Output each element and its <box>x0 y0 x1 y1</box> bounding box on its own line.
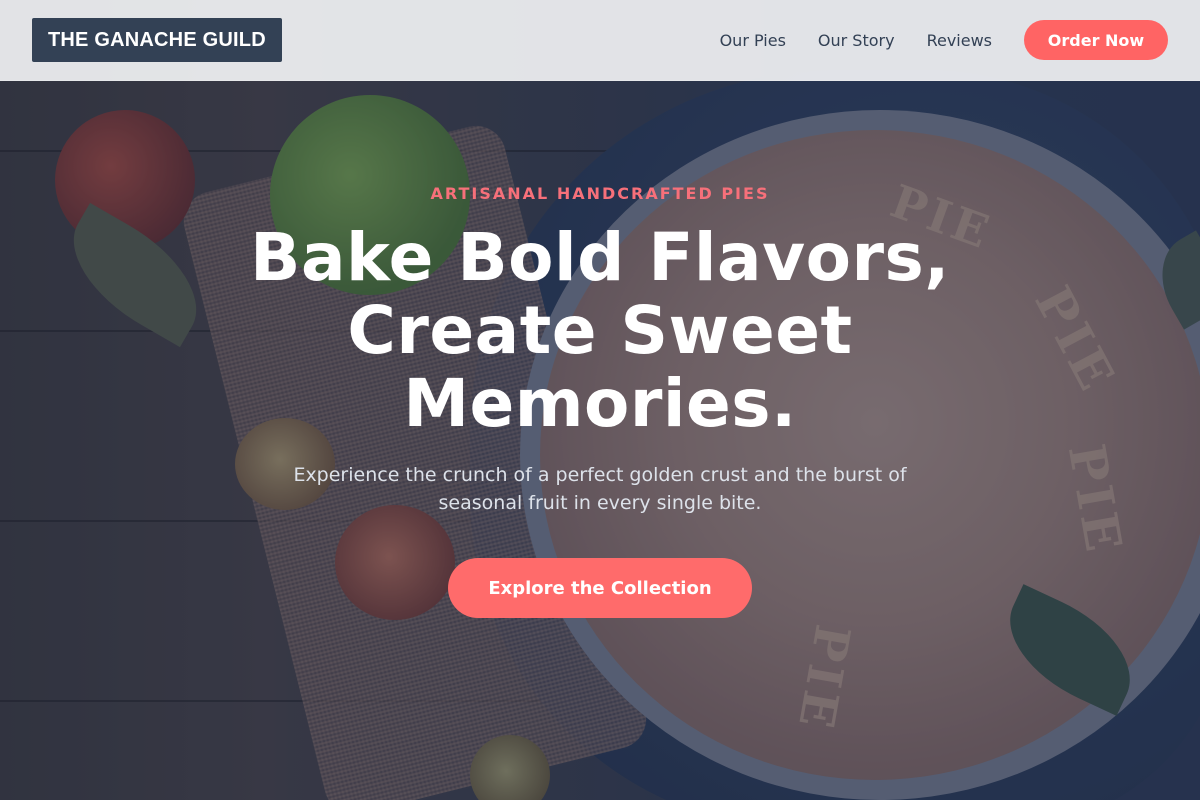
nav-link-our-story[interactable]: Our Story <box>818 31 895 50</box>
explore-collection-button[interactable]: Explore the Collection <box>448 558 752 618</box>
site-header: THE GANACHE GUILD Our Pies Our Story Rev… <box>0 0 1200 81</box>
site-logo[interactable]: THE GANACHE GUILD <box>32 18 282 62</box>
nav-link-reviews[interactable]: Reviews <box>927 31 992 50</box>
hero-eyebrow: ARTISANAL HANDCRAFTED PIES <box>430 184 770 203</box>
hero-subtext: Experience the crunch of a perfect golde… <box>293 464 907 514</box>
nav-link-our-pies[interactable]: Our Pies <box>720 31 786 50</box>
hero-headline: Bake Bold Flavors, Create Sweet Memories… <box>250 219 950 442</box>
hero-section: ARTISANAL HANDCRAFTED PIES Bake Bold Fla… <box>0 81 1200 800</box>
main-nav: Our Pies Our Story Reviews Order Now <box>720 20 1168 60</box>
order-now-button[interactable]: Order Now <box>1024 20 1168 60</box>
